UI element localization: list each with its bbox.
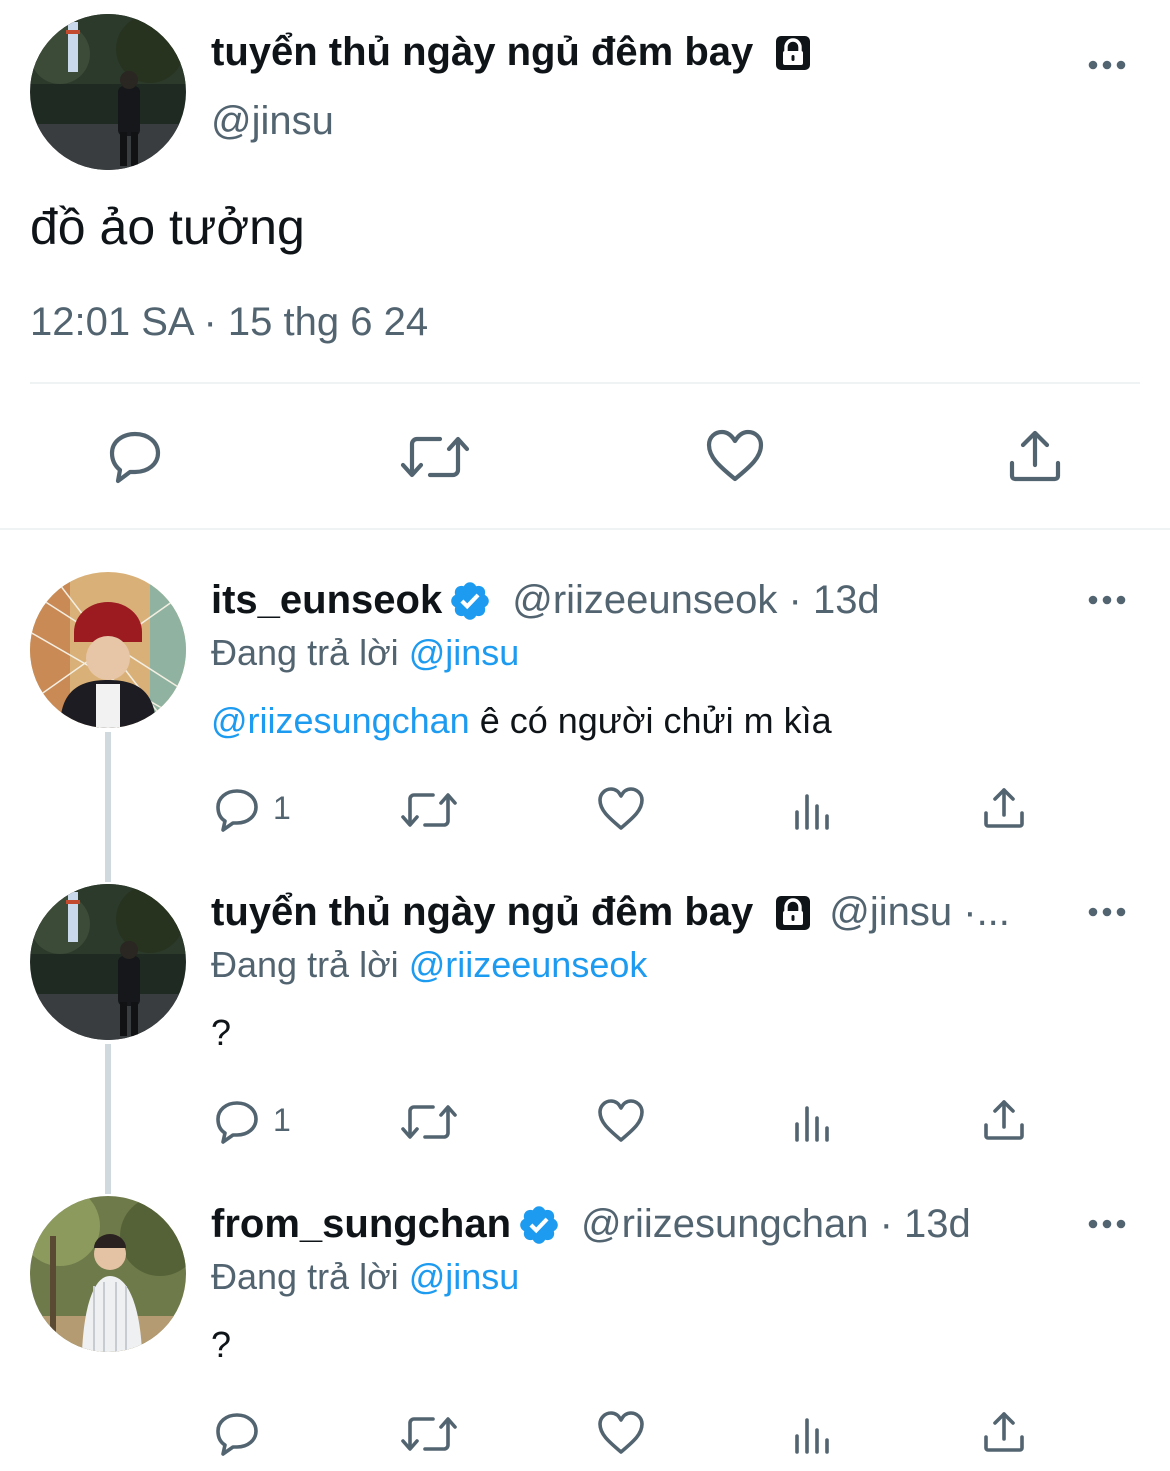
like-icon[interactable]	[705, 428, 765, 484]
verified-badge-icon	[448, 579, 492, 623]
views-icon[interactable]	[792, 1102, 834, 1144]
replying-label: Đang trả lời	[211, 632, 399, 673]
views-icon[interactable]	[792, 790, 834, 832]
replying-label: Đang trả lời	[211, 1256, 399, 1297]
like-icon[interactable]	[597, 1410, 645, 1456]
more-icon[interactable]	[1087, 594, 1127, 606]
reply-text: ?	[211, 1012, 232, 1053]
retweet-icon[interactable]	[400, 1100, 458, 1144]
retweet-icon[interactable]	[400, 430, 470, 484]
thread-line	[105, 1044, 111, 1194]
reply-count: 1	[273, 790, 291, 826]
more-icon[interactable]	[1087, 59, 1127, 71]
handle-time[interactable]: @riizeeunseok · 13d	[512, 578, 879, 623]
divider	[30, 382, 1140, 384]
display-name[interactable]: tuyển thủ ngày ngủ đêm bay	[211, 30, 753, 75]
replying-to-link[interactable]: @riizeeunseok	[409, 944, 648, 985]
replying-to-link[interactable]: @jinsu	[409, 632, 520, 673]
handle[interactable]: @jinsu	[211, 99, 334, 144]
reply-icon[interactable]	[213, 1410, 261, 1458]
share-icon[interactable]	[982, 1098, 1026, 1142]
tweet-text: đồ ảo tưởng	[30, 199, 305, 255]
reply-icon[interactable]	[213, 1098, 261, 1146]
mention-link[interactable]: @riizesungchan	[211, 700, 470, 741]
retweet-icon[interactable]	[400, 1412, 458, 1456]
like-icon[interactable]	[597, 786, 645, 832]
display-name[interactable]: its_eunseok	[211, 578, 442, 623]
display-name[interactable]: tuyển thủ ngày ngủ đêm bay	[211, 890, 753, 935]
reply-text: ê có người chửi m kìa	[469, 700, 832, 741]
timestamp[interactable]: 12:01 SA · 15 thg 6 24	[30, 300, 428, 345]
more-icon[interactable]	[1087, 1218, 1127, 1230]
like-icon[interactable]	[597, 1098, 645, 1144]
thread-line	[105, 732, 111, 882]
replying-to-link[interactable]: @jinsu	[409, 1256, 520, 1297]
avatar[interactable]	[30, 884, 186, 1040]
avatar[interactable]	[30, 14, 186, 170]
replying-label: Đang trả lời	[211, 944, 399, 985]
share-icon[interactable]	[1007, 428, 1063, 484]
lock-icon	[773, 893, 813, 933]
share-icon[interactable]	[982, 786, 1026, 830]
verified-badge-icon	[517, 1203, 561, 1247]
views-icon[interactable]	[792, 1414, 834, 1456]
reply-count: 1	[273, 1102, 291, 1138]
reply-text: ?	[211, 1324, 232, 1365]
section-separator	[0, 528, 1170, 530]
more-icon[interactable]	[1087, 906, 1127, 918]
lock-icon	[773, 33, 813, 73]
reply-icon[interactable]	[213, 786, 261, 834]
display-name[interactable]: from_sungchan	[211, 1202, 511, 1247]
avatar[interactable]	[30, 1196, 186, 1352]
handle-time[interactable]: @jinsu ·...	[829, 890, 1010, 935]
avatar[interactable]	[30, 572, 186, 728]
handle-time[interactable]: @riizesungchan · 13d	[581, 1202, 971, 1247]
share-icon[interactable]	[982, 1410, 1026, 1454]
retweet-icon[interactable]	[400, 788, 458, 832]
reply-icon[interactable]	[106, 428, 164, 486]
